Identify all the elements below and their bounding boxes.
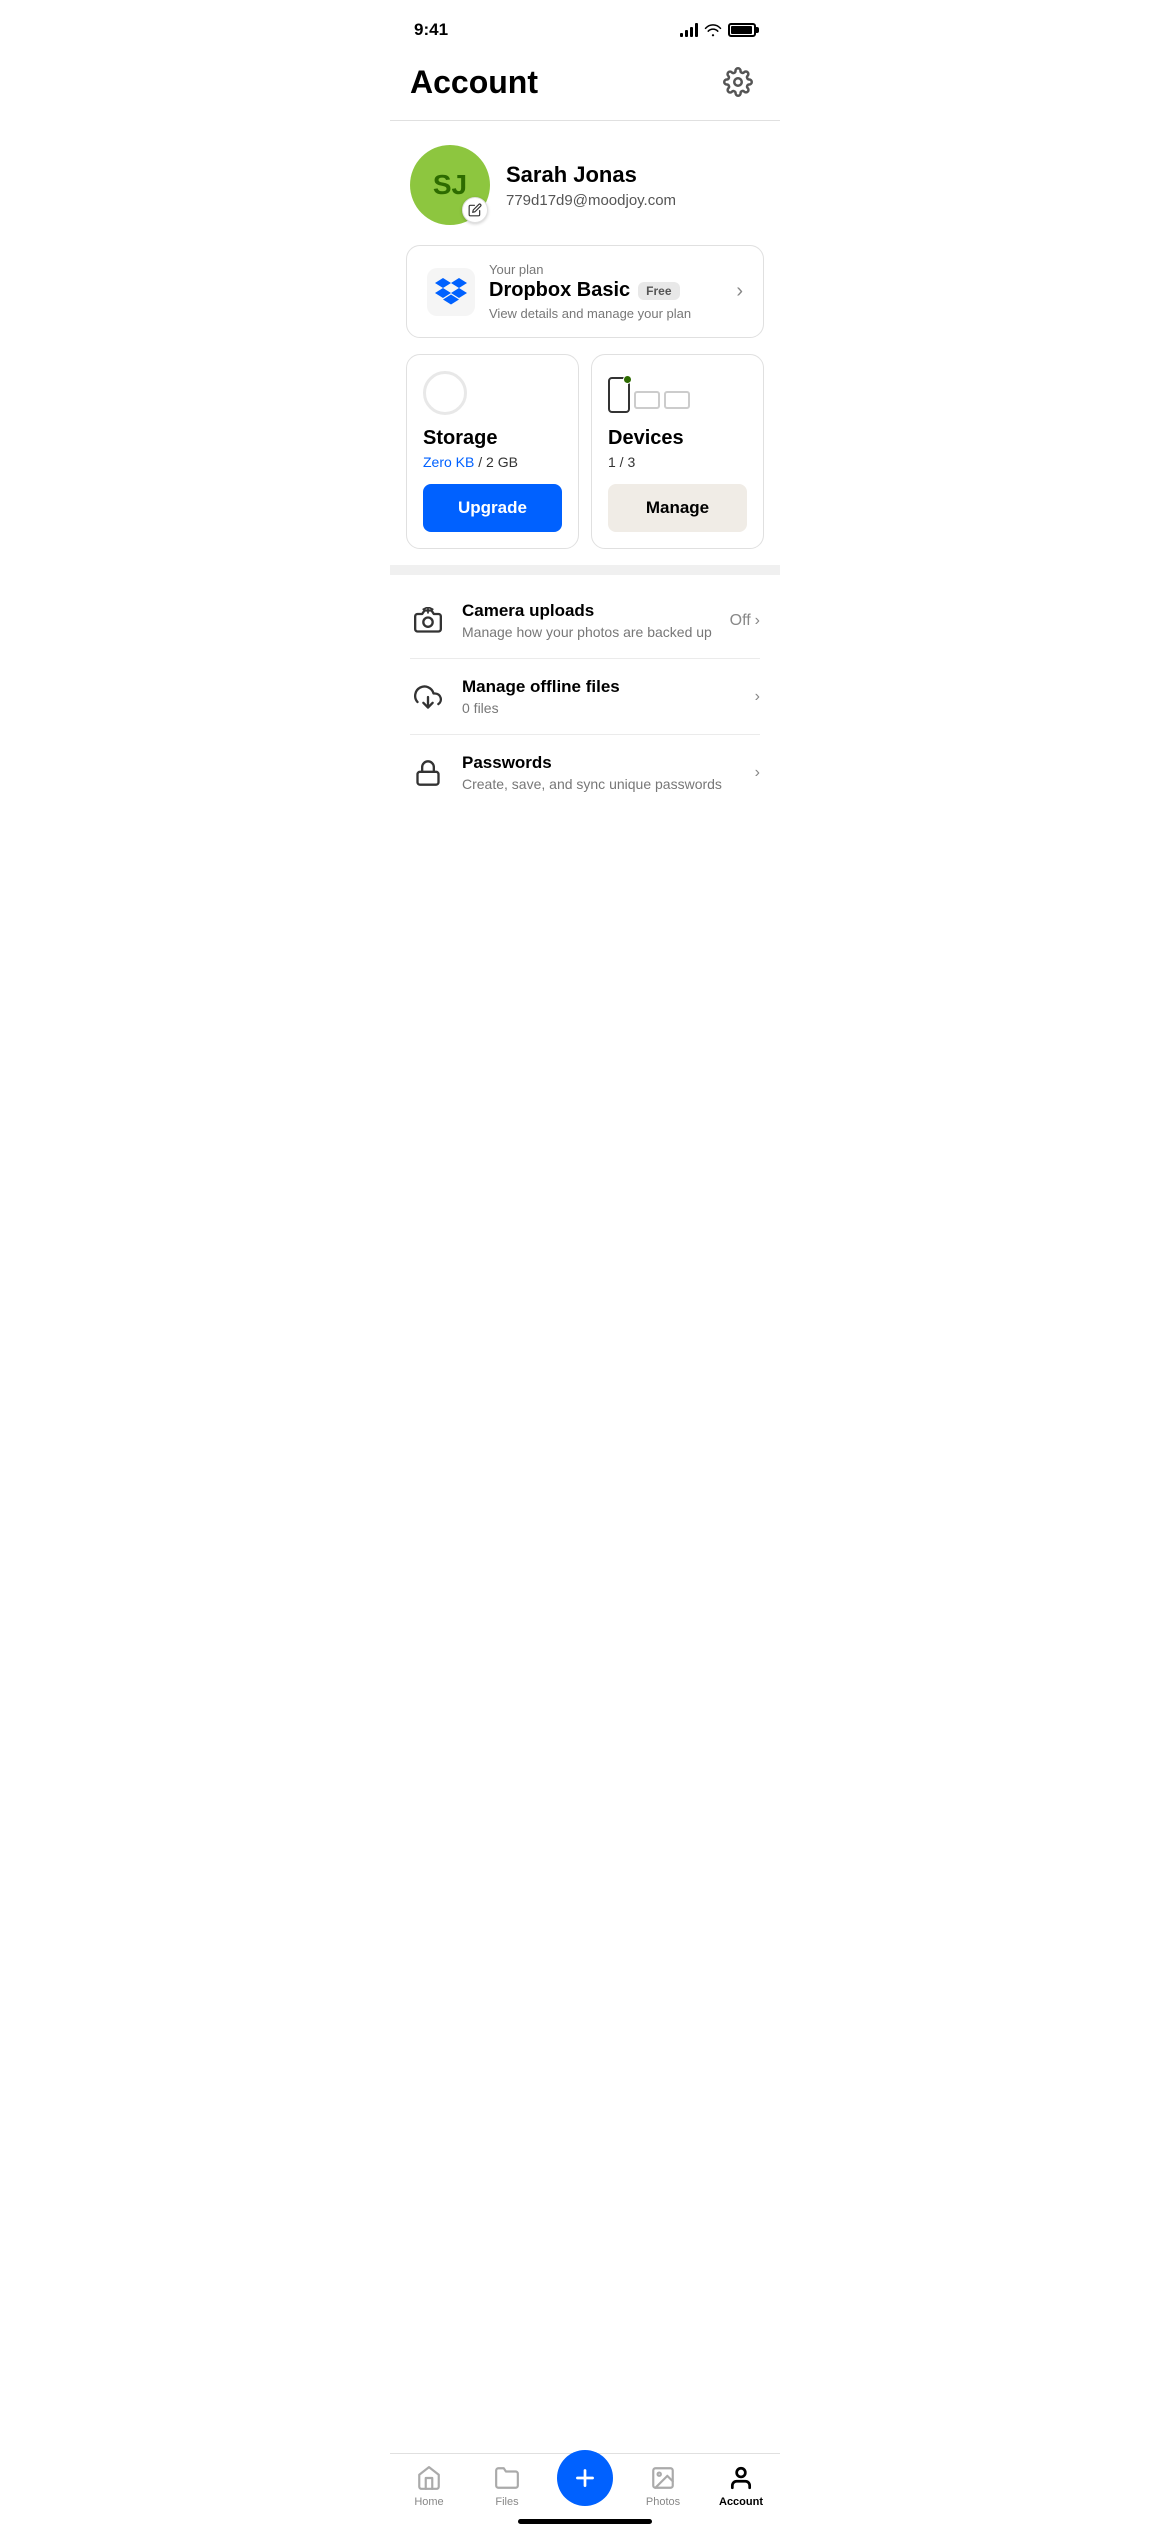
nav-photos-label: Photos	[646, 2496, 680, 2508]
status-time: 9:41	[414, 20, 448, 40]
storage-card: Storage Zero KB / 2 GB Upgrade	[406, 354, 579, 549]
device-active-dot	[623, 375, 632, 384]
cards-row: Storage Zero KB / 2 GB Upgrade Devices 1…	[390, 354, 780, 549]
storage-title: Storage	[423, 427, 562, 450]
profile-email: 779d17d9@moodjoy.com	[506, 192, 760, 209]
passwords-item[interactable]: Passwords Create, save, and sync unique …	[410, 735, 760, 810]
password-icon	[414, 759, 442, 787]
chevron-right-icon: ›	[736, 280, 743, 303]
wifi-icon	[704, 23, 722, 37]
storage-circle-icon	[423, 371, 467, 415]
camera-chevron-icon: ›	[755, 612, 760, 630]
plan-name: Dropbox Basic	[489, 279, 630, 302]
camera-uploads-icon	[410, 603, 446, 639]
dropbox-logo-icon	[435, 278, 467, 306]
home-indicator	[518, 2519, 652, 2524]
devices-title: Devices	[608, 427, 747, 450]
offline-files-title: Manage offline files	[462, 677, 739, 697]
nav-add[interactable]	[555, 2466, 615, 2506]
plan-card[interactable]: Your plan Dropbox Basic Free View detail…	[406, 245, 764, 338]
gear-icon	[723, 67, 753, 97]
camera-upload-icon	[414, 607, 442, 635]
offline-files-item[interactable]: Manage offline files 0 files ›	[410, 659, 760, 735]
files-nav-icon	[494, 2465, 520, 2491]
camera-uploads-content: Camera uploads Manage how your photos ar…	[462, 601, 714, 640]
dropbox-logo	[427, 268, 475, 316]
plan-name-row: Dropbox Basic Free	[489, 279, 722, 302]
camera-uploads-desc: Manage how your photos are backed up	[462, 624, 714, 640]
settings-button[interactable]	[716, 60, 760, 104]
devices-icon-area	[608, 373, 747, 413]
nav-files-label: Files	[495, 2496, 518, 2508]
home-nav-icon	[416, 2465, 442, 2491]
storage-separator: /	[474, 454, 486, 470]
storage-icon-area	[423, 373, 562, 413]
profile-section: SJ Sarah Jonas 779d17d9@moodjoy.com	[390, 121, 780, 245]
passwords-title: Passwords	[462, 753, 739, 773]
section-divider	[390, 565, 780, 575]
storage-total: 2 GB	[486, 454, 518, 470]
edit-avatar-button[interactable]	[462, 197, 488, 223]
account-nav-icon	[728, 2465, 754, 2491]
camera-uploads-status: Off	[730, 612, 751, 630]
pencil-icon	[468, 203, 482, 217]
profile-info: Sarah Jonas 779d17d9@moodjoy.com	[506, 162, 760, 209]
offline-files-content: Manage offline files 0 files	[462, 677, 739, 716]
home-icon	[415, 2464, 443, 2492]
profile-name: Sarah Jonas	[506, 162, 760, 188]
upgrade-button[interactable]: Upgrade	[423, 484, 562, 532]
photos-nav-icon	[650, 2465, 676, 2491]
passwords-right: ›	[755, 764, 760, 782]
passwords-content: Passwords Create, save, and sync unique …	[462, 753, 739, 792]
signal-bars-icon	[680, 23, 698, 37]
status-bar: 9:41	[390, 0, 780, 48]
page-title: Account	[410, 64, 538, 101]
settings-list: Camera uploads Manage how your photos ar…	[390, 583, 780, 810]
storage-used: Zero KB	[423, 454, 474, 470]
nav-account-label: Account	[719, 2496, 763, 2508]
plan-label: Your plan	[489, 262, 722, 277]
storage-usage: Zero KB / 2 GB	[423, 454, 562, 470]
nav-home-label: Home	[414, 2496, 443, 2508]
nav-files[interactable]: Files	[477, 2464, 537, 2508]
offline-files-right: ›	[755, 688, 760, 706]
download-cloud-icon	[414, 683, 442, 711]
phone-device-icon	[608, 377, 630, 413]
plan-badge: Free	[638, 282, 679, 300]
account-icon	[727, 2464, 755, 2492]
add-button[interactable]	[557, 2450, 613, 2506]
tablet-device-icon	[634, 391, 660, 409]
plan-info: Your plan Dropbox Basic Free View detail…	[489, 262, 722, 321]
computer-device-icon	[664, 391, 690, 409]
nav-account[interactable]: Account	[711, 2464, 771, 2508]
files-icon	[493, 2464, 521, 2492]
status-icons	[680, 23, 756, 37]
page-header: Account	[390, 48, 780, 120]
passwords-chevron-icon: ›	[755, 764, 760, 782]
nav-photos[interactable]: Photos	[633, 2464, 693, 2508]
nav-home[interactable]: Home	[399, 2464, 459, 2508]
devices-icon-row	[608, 373, 690, 413]
camera-uploads-title: Camera uploads	[462, 601, 714, 621]
devices-card: Devices 1 / 3 Manage	[591, 354, 764, 549]
camera-uploads-right: Off ›	[730, 612, 760, 630]
plus-icon	[572, 2465, 598, 2491]
photos-icon	[649, 2464, 677, 2492]
passwords-desc: Create, save, and sync unique passwords	[462, 776, 739, 792]
offline-chevron-icon: ›	[755, 688, 760, 706]
offline-files-desc: 0 files	[462, 700, 739, 716]
offline-files-icon	[410, 679, 446, 715]
passwords-icon	[410, 755, 446, 791]
avatar-wrapper: SJ	[410, 145, 490, 225]
devices-count: 1 / 3	[608, 454, 747, 470]
camera-uploads-item[interactable]: Camera uploads Manage how your photos ar…	[410, 583, 760, 659]
plan-description: View details and manage your plan	[489, 306, 722, 321]
battery-icon	[728, 23, 756, 37]
manage-devices-button[interactable]: Manage	[608, 484, 747, 532]
